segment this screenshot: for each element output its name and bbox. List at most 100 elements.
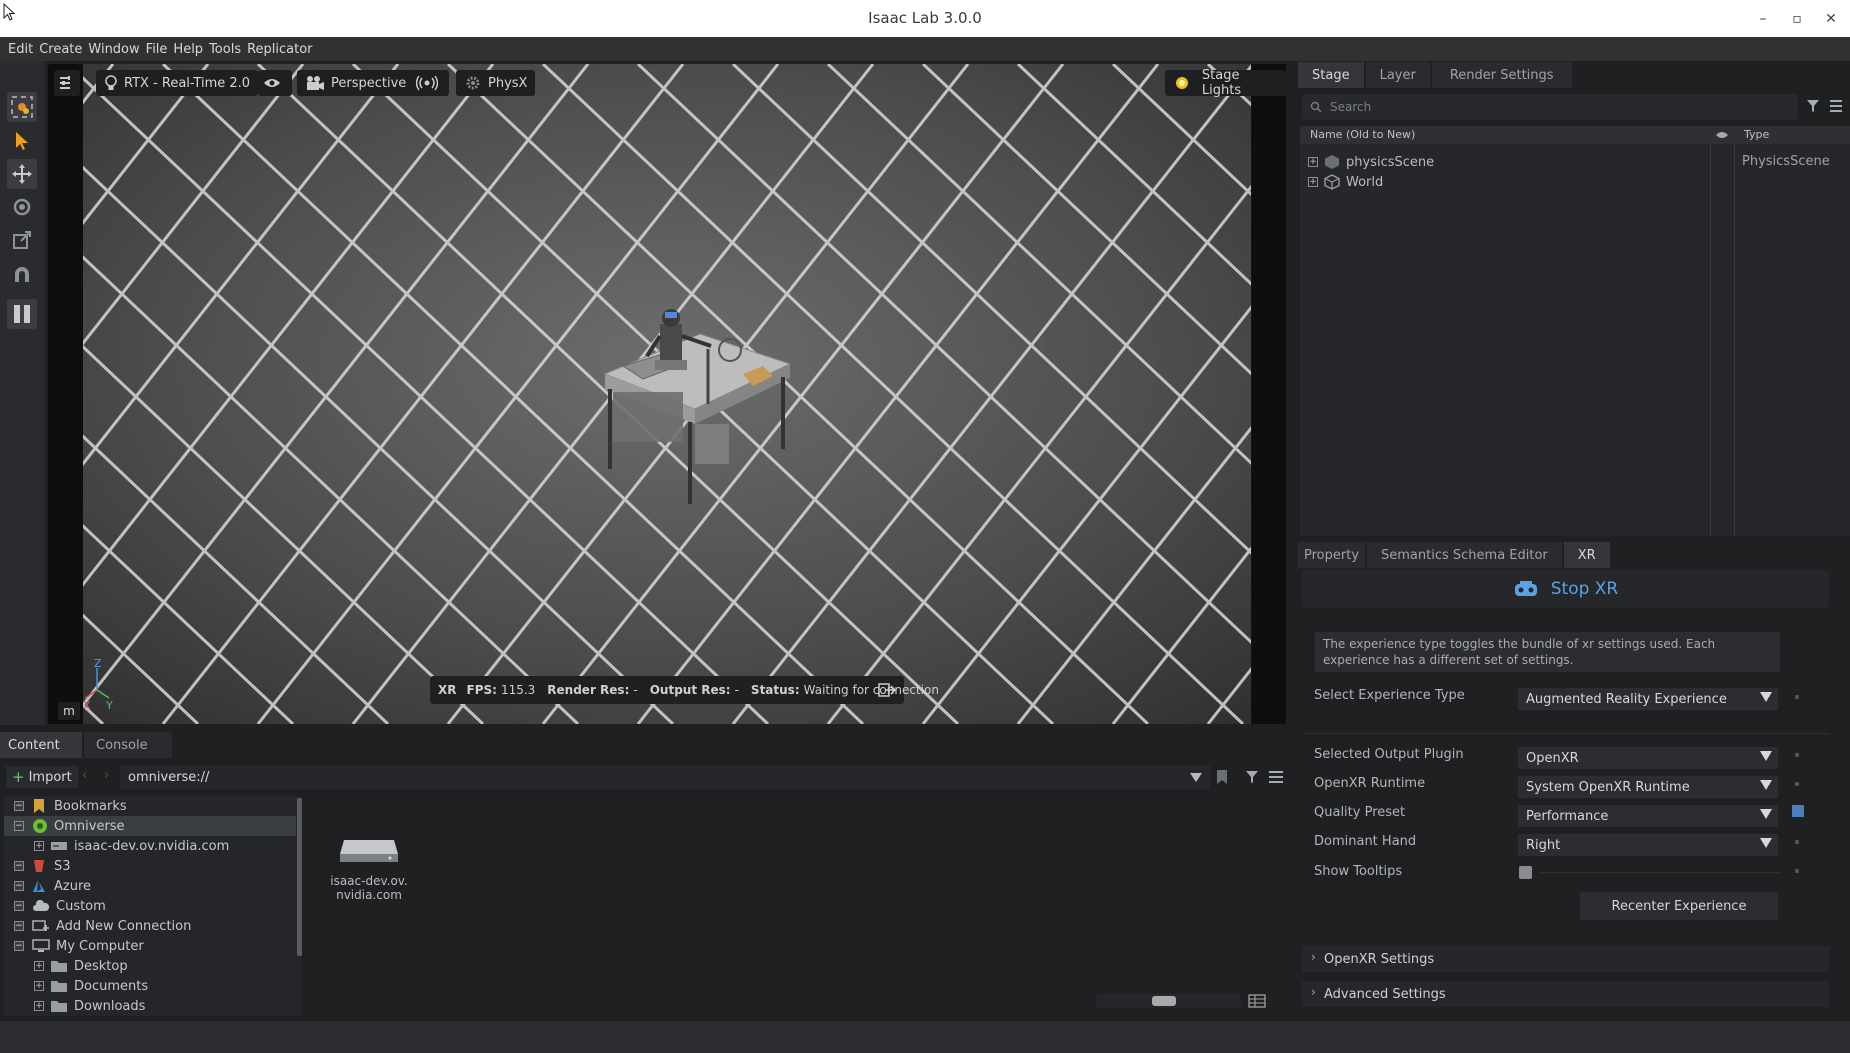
openxr-settings-collapsible[interactable]: OpenXR Settings: [1302, 946, 1829, 972]
column-type[interactable]: Type: [1744, 128, 1769, 141]
tree-item-documents[interactable]: + Documents: [4, 976, 296, 996]
tab-console[interactable]: Console: [84, 732, 172, 758]
close-icon[interactable]: ✕: [1820, 8, 1842, 30]
tree-scrollbar[interactable]: [297, 798, 302, 956]
menu-replicator[interactable]: Replicator: [247, 42, 312, 57]
tab-stage[interactable]: Stage: [1298, 62, 1364, 88]
visibility-eye-icon[interactable]: [258, 70, 292, 96]
back-arrow-icon[interactable]: ‹: [82, 768, 87, 783]
chevron-down-icon[interactable]: [1190, 773, 1202, 782]
openxr-runtime-select[interactable]: System OpenXR Runtime: [1518, 776, 1778, 798]
select-arrow-icon[interactable]: [7, 126, 37, 156]
stage-lights-menu[interactable]: Stage Lights: [1165, 68, 1286, 98]
forward-arrow-icon[interactable]: ›: [104, 768, 109, 783]
minimize-icon[interactable]: –: [1752, 8, 1774, 30]
experience-type-label: Select Experience Type: [1314, 688, 1465, 703]
tree-item-custom[interactable]: − Custom: [4, 896, 296, 916]
menu-tools[interactable]: Tools: [209, 42, 241, 57]
expand-icon[interactable]: +: [34, 961, 44, 971]
expand-icon[interactable]: +: [1308, 157, 1318, 167]
tree-item-world[interactable]: + World: [1308, 172, 1383, 192]
dominant-hand-select[interactable]: Right: [1518, 834, 1778, 856]
viewport-settings-icon[interactable]: [54, 70, 80, 96]
tab-content[interactable]: Content: [0, 732, 82, 758]
recenter-experience-button[interactable]: Recenter Experience: [1580, 892, 1778, 920]
expand-icon[interactable]: +: [34, 841, 44, 851]
zoom-slider[interactable]: [1096, 994, 1241, 1008]
scale-tool-icon[interactable]: [7, 225, 37, 255]
viewport[interactable]: Z X Y RTX - Real-Time 2.0 Perspective Ph…: [48, 64, 1286, 724]
tab-semantics-schema-editor[interactable]: Semantics Schema Editor: [1367, 542, 1562, 568]
openxr-runtime-value: System OpenXR Runtime: [1526, 779, 1690, 795]
menu-edit[interactable]: Edit: [8, 42, 33, 57]
renderer-menu[interactable]: RTX - Real-Time 2.0: [96, 70, 259, 96]
menu-create[interactable]: Create: [39, 42, 82, 57]
tree-item-omniverse[interactable]: − Omniverse: [4, 816, 296, 836]
quality-preset-select[interactable]: Performance: [1518, 805, 1778, 827]
advanced-settings-collapsible[interactable]: Advanced Settings: [1302, 981, 1829, 1007]
camera-menu[interactable]: Perspective: [297, 70, 415, 96]
select-mode-icon[interactable]: [7, 92, 37, 122]
menu-file[interactable]: File: [146, 42, 168, 57]
filter-icon[interactable]: [1806, 99, 1820, 113]
tree-item-azure[interactable]: − Azure: [4, 876, 296, 896]
expand-icon[interactable]: +: [34, 981, 44, 991]
stage-tree-header: Name (Old to New) Type: [1300, 126, 1850, 144]
collapse-icon[interactable]: −: [14, 861, 24, 871]
output-plugin-select[interactable]: OpenXR: [1518, 747, 1778, 769]
modified-indicator[interactable]: [1792, 805, 1804, 817]
experience-type-select[interactable]: Augmented Reality Experience: [1518, 688, 1778, 710]
hamburger-menu-icon[interactable]: [1829, 99, 1843, 113]
collapse-icon[interactable]: −: [14, 801, 24, 811]
broadcast-icon[interactable]: [411, 70, 449, 96]
exit-icon[interactable]: [878, 683, 896, 697]
tree-item-desktop[interactable]: + Desktop: [4, 956, 296, 976]
tree-item-add-new-connection[interactable]: − Add New Connection: [4, 916, 296, 936]
show-tooltips-checkbox[interactable]: [1519, 866, 1532, 879]
import-button[interactable]: + Import: [6, 766, 78, 788]
tree-item-downloads[interactable]: + Downloads: [4, 996, 296, 1016]
menu-window[interactable]: Window: [88, 42, 139, 57]
tree-item-isaac-dev[interactable]: + isaac-dev.ov.nvidia.com: [4, 836, 296, 856]
stop-xr-button[interactable]: Stop XR: [1302, 570, 1829, 608]
status-bar: [0, 1021, 1850, 1053]
collapse-icon[interactable]: −: [14, 921, 24, 931]
stage-tabs: Stage Layer Render Settings: [1298, 62, 1574, 88]
snap-magnet-icon[interactable]: [7, 260, 37, 290]
move-tool-icon[interactable]: [7, 159, 37, 189]
xr-tag: XR: [438, 683, 457, 697]
maximize-icon[interactable]: ▫: [1786, 8, 1808, 30]
pause-icon[interactable]: [7, 299, 37, 329]
tab-property[interactable]: Property: [1298, 542, 1366, 568]
tree-item-s3[interactable]: − S3: [4, 856, 296, 876]
physics-menu[interactable]: PhysX: [456, 70, 536, 96]
bookmark-icon[interactable]: [1215, 769, 1229, 785]
file-item-isaac-dev[interactable]: isaac-dev.ov. nvidia.com: [314, 826, 424, 902]
grid-view-icon[interactable]: [1248, 994, 1266, 1008]
menu-help[interactable]: Help: [173, 42, 203, 57]
dominant-hand-value: Right: [1526, 837, 1561, 853]
tree-item-physicsscene[interactable]: + physicsScene: [1308, 152, 1434, 172]
zoom-slider-handle[interactable]: [1152, 996, 1176, 1006]
collapse-icon[interactable]: −: [14, 941, 24, 951]
expand-icon[interactable]: +: [34, 1001, 44, 1011]
column-name[interactable]: Name (Old to New): [1310, 128, 1415, 141]
tab-render-settings[interactable]: Render Settings: [1431, 62, 1572, 88]
tree-item-bookmarks[interactable]: − Bookmarks: [4, 796, 296, 816]
filter-icon[interactable]: [1245, 770, 1259, 784]
reset-dot: [1795, 695, 1799, 699]
fps-value: 115.3: [500, 683, 536, 697]
path-input[interactable]: omniverse://: [120, 765, 1210, 789]
tab-layer[interactable]: Layer: [1365, 62, 1430, 88]
expand-icon[interactable]: +: [1308, 177, 1318, 187]
collapse-icon[interactable]: −: [14, 881, 24, 891]
tab-xr[interactable]: XR: [1563, 542, 1610, 568]
collapse-icon[interactable]: −: [14, 821, 24, 831]
tree-item-label: Desktop: [74, 958, 128, 974]
list-options-icon[interactable]: [1268, 770, 1284, 784]
rotate-tool-icon[interactable]: [7, 192, 37, 222]
collapse-icon[interactable]: −: [14, 901, 24, 911]
tree-item-my-computer[interactable]: − My Computer: [4, 936, 296, 956]
stage-search-input[interactable]: Search: [1302, 94, 1798, 120]
reset-dot: [1795, 782, 1799, 786]
